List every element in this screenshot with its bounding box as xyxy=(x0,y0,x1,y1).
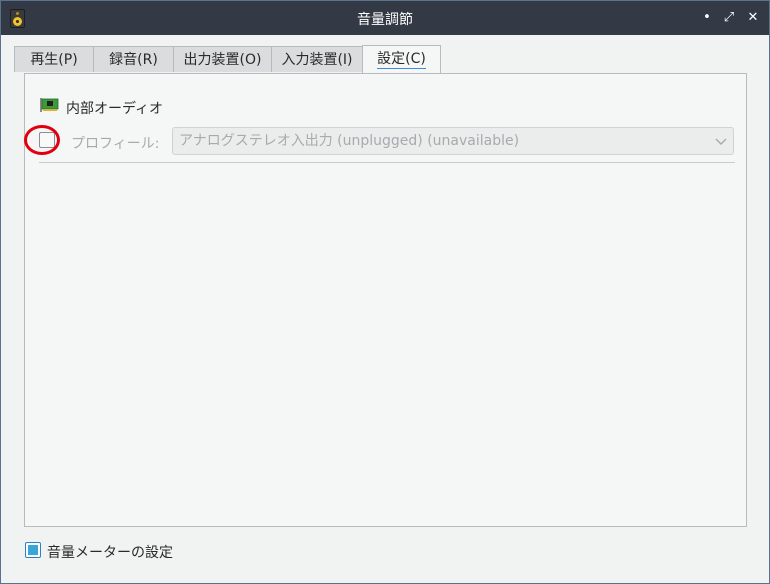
tab-label: 入力装置(I) xyxy=(281,52,353,68)
profile-checkbox[interactable] xyxy=(39,132,55,148)
separator xyxy=(39,162,735,163)
tab-recording[interactable]: 録音(R) xyxy=(93,46,174,72)
tab-label: 再生(P) xyxy=(30,52,78,68)
volume-control-window: 音量調節 • ⤢ ✕ 再生(P) 録音(R) 出力装置(O) 入力装置(I) 設… xyxy=(0,0,770,584)
tab-label: 設定(C) xyxy=(377,51,426,69)
maximize-button[interactable]: ⤢ xyxy=(721,9,737,27)
chevron-down-icon xyxy=(715,138,727,145)
profile-label: プロフィール: xyxy=(71,136,160,152)
meter-settings-checkbox[interactable] xyxy=(25,542,41,558)
close-button[interactable]: ✕ xyxy=(745,9,761,27)
sound-card-name: 内部オーディオ xyxy=(66,101,164,117)
title-bar[interactable]: 音量調節 • ⤢ ✕ xyxy=(1,1,769,35)
profile-dropdown[interactable]: アナログステレオ入出力 (unplugged) (unavailable) xyxy=(172,127,734,155)
tab-configuration[interactable]: 設定(C) xyxy=(362,45,441,73)
meter-settings-label: 音量メーターの設定 xyxy=(47,545,173,561)
sound-card-icon xyxy=(40,98,59,112)
tab-input-devices[interactable]: 入力装置(I) xyxy=(271,46,363,72)
tab-label: 録音(R) xyxy=(109,52,158,68)
window-title: 音量調節 xyxy=(357,12,413,28)
minimize-button[interactable]: • xyxy=(699,9,715,27)
profile-dropdown-value: アナログステレオ入出力 (unplugged) (unavailable) xyxy=(179,133,520,149)
tab-playback[interactable]: 再生(P) xyxy=(14,46,94,72)
tab-output-devices[interactable]: 出力装置(O) xyxy=(173,46,272,72)
tab-label: 出力装置(O) xyxy=(183,52,262,68)
